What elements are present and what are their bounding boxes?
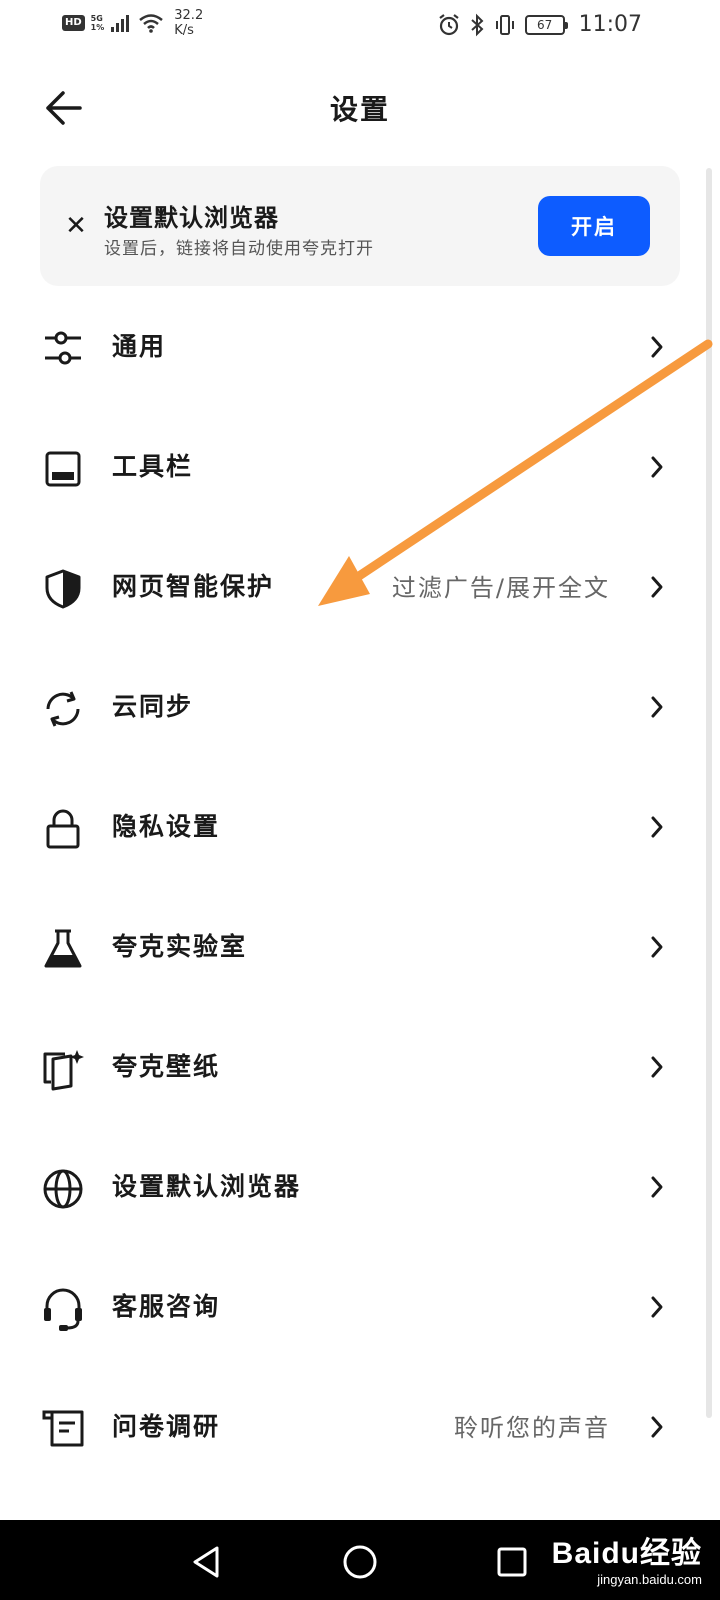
menu-item-default-browser[interactable]: 设置默认浏览器: [0, 1128, 720, 1248]
status-right: 67 11:07: [437, 12, 642, 37]
watermark-logo: Baidu经验: [551, 1537, 702, 1570]
close-icon[interactable]: ✕: [58, 208, 94, 244]
network-type: 5G 1%: [91, 14, 105, 32]
shield-icon: [40, 566, 86, 612]
network-sub-label: 1%: [90, 23, 105, 32]
chevron-right-icon: [646, 572, 668, 602]
signal-icon: [111, 15, 130, 32]
enable-button[interactable]: 开启: [538, 196, 650, 256]
flask-icon: [40, 926, 86, 972]
menu-label: 夸克壁纸: [112, 1052, 221, 1081]
bluetooth-icon: [470, 13, 484, 36]
status-bar: HD 5G 1% 32.2 K/s 67 11:07: [0, 0, 720, 50]
sync-icon: [40, 686, 86, 732]
wifi-icon: [139, 14, 164, 33]
watermark-url: jingyan.baidu.com: [597, 1572, 702, 1587]
header: 设置: [0, 78, 720, 138]
vibrate-icon: [495, 14, 514, 35]
network-label: 5G: [90, 14, 103, 23]
wallpaper-icon: [40, 1046, 86, 1092]
circle-home-icon: [343, 1545, 377, 1579]
lock-icon: [40, 806, 86, 852]
banner-subtitle: 设置后，链接将自动使用夸克打开: [104, 239, 374, 259]
chevron-right-icon: [646, 932, 668, 962]
menu-item-survey[interactable]: 问卷调研 聆听您的声音: [0, 1368, 720, 1488]
chevron-right-icon: [646, 332, 668, 362]
chevron-right-icon: [646, 1052, 668, 1082]
system-nav-bar: Baidu经验 jingyan.baidu.com: [0, 1520, 720, 1600]
menu-item-wallpaper[interactable]: 夸克壁纸: [0, 1008, 720, 1128]
chevron-right-icon: [646, 1292, 668, 1322]
square-recents-icon: [497, 1547, 527, 1577]
menu-item-web-protection[interactable]: 网页智能保护 过滤广告/展开全文: [0, 528, 720, 648]
chevron-right-icon: [646, 1172, 668, 1202]
menu-item-lab[interactable]: 夸克实验室: [0, 888, 720, 1008]
page-title: 设置: [329, 93, 390, 126]
chevron-right-icon: [646, 1412, 668, 1442]
menu-item-customer-service[interactable]: 客服咨询: [0, 1248, 720, 1368]
nav-back-button[interactable]: [184, 1540, 228, 1584]
menu-item-general[interactable]: 通用: [0, 288, 720, 408]
menu-label: 问卷调研: [112, 1412, 221, 1441]
status-time: 11:07: [578, 12, 642, 37]
chevron-right-icon: [646, 812, 668, 842]
headset-icon: [40, 1286, 86, 1332]
survey-icon: [40, 1406, 86, 1452]
menu-label: 云同步: [112, 692, 194, 721]
network-speed: 32.2 K/s: [174, 8, 203, 38]
menu-label: 网页智能保护: [112, 572, 275, 601]
battery-indicator: 67: [524, 14, 568, 35]
banner-title: 设置默认浏览器: [104, 204, 279, 232]
speed-value: 32.2: [174, 8, 204, 23]
nav-home-button[interactable]: [338, 1540, 382, 1584]
watermark: Baidu经验 jingyan.baidu.com: [552, 1528, 702, 1587]
menu-item-cloud-sync[interactable]: 云同步: [0, 648, 720, 768]
menu-hint: 聆听您的声音: [454, 1414, 610, 1442]
default-browser-banner: ✕ 设置默认浏览器 设置后，链接将自动使用夸克打开 开启: [40, 166, 680, 286]
menu-label: 通用: [112, 332, 167, 361]
hd-badge: HD: [62, 15, 85, 31]
chevron-right-icon: [646, 692, 668, 722]
menu-hint: 过滤广告/展开全文: [391, 574, 610, 602]
speed-unit: K/s: [174, 23, 194, 38]
menu-label: 客服咨询: [112, 1292, 221, 1321]
nav-recents-button[interactable]: [490, 1540, 534, 1584]
globe-icon: [40, 1166, 86, 1212]
triangle-back-icon: [193, 1546, 219, 1578]
chevron-right-icon: [646, 452, 668, 482]
sliders-icon: [40, 326, 86, 372]
menu-item-toolbar[interactable]: 工具栏: [0, 408, 720, 528]
settings-list: 通用 工具栏 网页智能保护 过滤广告/展开全文 云同步 隐私设置 夸克实验室 夸…: [0, 288, 720, 1488]
status-left: HD 5G 1% 32.2 K/s: [62, 8, 203, 38]
menu-item-privacy[interactable]: 隐私设置: [0, 768, 720, 888]
menu-label: 工具栏: [112, 452, 194, 481]
menu-label: 设置默认浏览器: [112, 1172, 302, 1201]
menu-label: 夸克实验室: [112, 932, 248, 961]
alarm-icon: [438, 13, 459, 35]
menu-label: 隐私设置: [112, 812, 221, 841]
toolbar-icon: [40, 446, 86, 492]
